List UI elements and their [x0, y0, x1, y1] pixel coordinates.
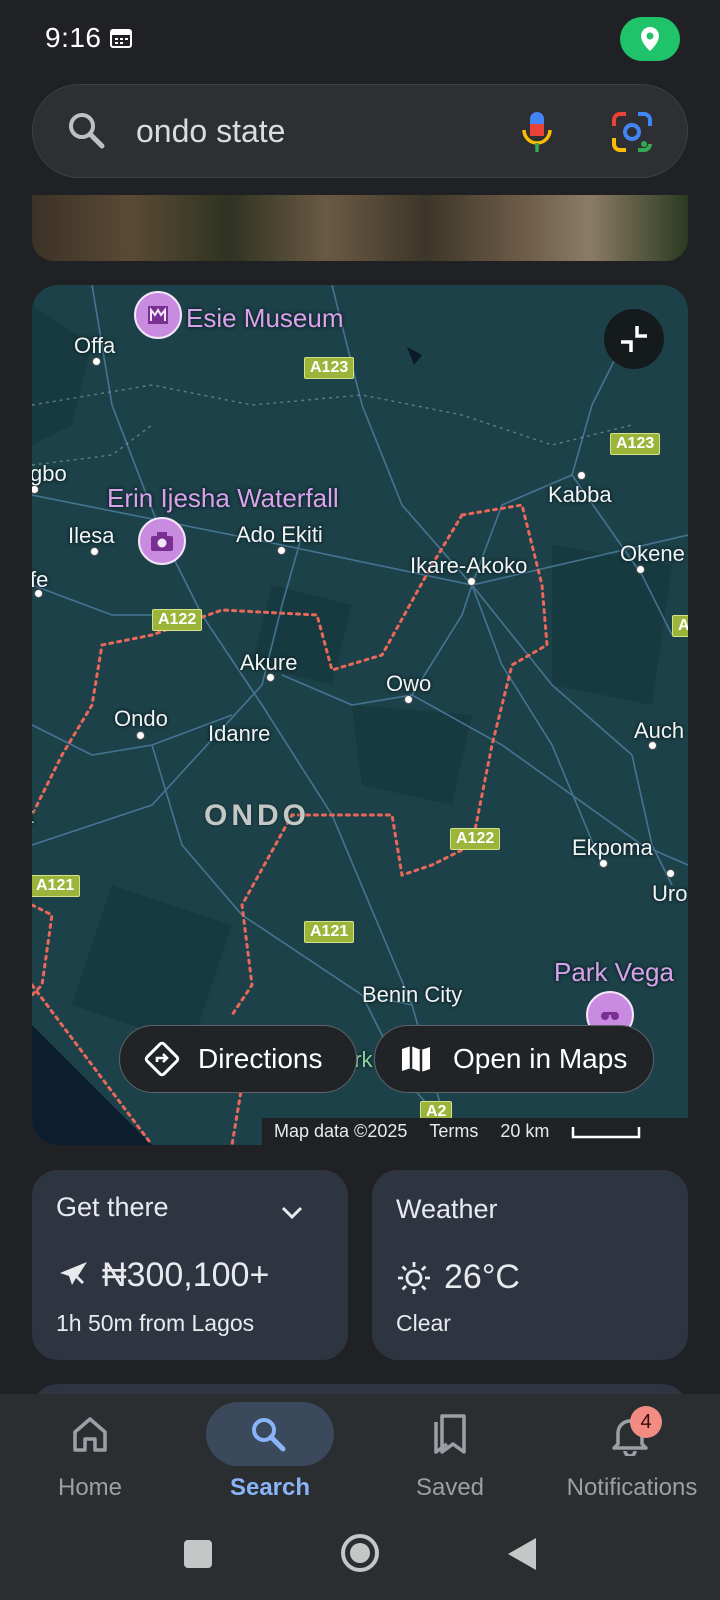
road-badge: A122 [450, 828, 501, 850]
search-icon[interactable] [248, 1414, 288, 1459]
place-marker [666, 869, 675, 878]
poi-label-park-vega[interactable]: Park Vega [554, 957, 674, 988]
place-marker [467, 577, 476, 586]
map-attribution: Map data ©2025 Terms 20 km [262, 1118, 688, 1145]
notification-count-badge: 4 [630, 1406, 662, 1438]
get-there-title: Get there [56, 1192, 169, 1222]
camera-icon[interactable] [138, 517, 186, 565]
airplane-icon [56, 1258, 90, 1297]
place-marker [92, 357, 101, 366]
road-badge: A [672, 615, 688, 637]
map-icon [402, 1046, 430, 1072]
weather-condition: Clear [396, 1310, 451, 1336]
collapse-icon [621, 326, 647, 352]
place-label-ilesa: Ilesa [68, 523, 115, 548]
place-marker [266, 673, 275, 682]
weather-card[interactable]: Weather 26°C Clear [372, 1170, 688, 1360]
weather-title: Weather [396, 1194, 498, 1224]
nav-home-label[interactable]: Home [46, 1474, 134, 1502]
location-indicator-icon [620, 17, 680, 61]
nav-saved-label[interactable]: Saved [400, 1474, 500, 1502]
place-marker [599, 859, 608, 868]
open-in-maps-label: Open in Maps [453, 1043, 628, 1074]
directions-label: Directions [198, 1043, 323, 1074]
sun-icon [396, 1260, 432, 1301]
poi-label-erin-ijesha-waterfall[interactable]: Erin Ijesha Waterfall [107, 483, 339, 514]
place-label-offa: Offa [74, 333, 116, 358]
microphone-icon[interactable] [518, 110, 556, 154]
place-marker [577, 471, 586, 480]
search-icon [64, 108, 108, 152]
map-data-text: Map data ©2025 [274, 1121, 408, 1141]
place-label-ikare-akoko: Ikare-Akoko [410, 553, 528, 578]
back-triangle-icon[interactable] [506, 1536, 538, 1577]
place-label-partial: t [32, 803, 34, 829]
home-circle-icon[interactable] [339, 1532, 381, 1579]
road-badge: A121 [32, 875, 81, 897]
nav-search-label[interactable]: Search [212, 1474, 328, 1502]
get-there-card[interactable]: Get there ₦300,100+ 1h 50m from Lagos [32, 1170, 348, 1360]
search-input[interactable]: ondo state [136, 113, 285, 150]
home-icon[interactable] [70, 1414, 110, 1459]
map-view[interactable]: Offa gbo Ilesa fe Ado Ekiti Kabba Okene … [32, 285, 688, 1145]
road-badge: A122 [152, 609, 203, 631]
place-label-kabba: Kabba [548, 482, 612, 507]
search-bar[interactable] [32, 84, 688, 178]
place-label-ado-ekiti: Ado Ekiti [236, 522, 323, 547]
google-lens-icon[interactable] [610, 110, 654, 154]
recent-apps-icon[interactable] [182, 1538, 214, 1575]
status-time: 9:16 [45, 22, 102, 53]
place-marker [34, 589, 43, 598]
road-badge: A123 [610, 433, 661, 455]
flight-price: ₦300,100+ [102, 1256, 270, 1294]
place-marker [136, 731, 145, 740]
place-marker [636, 565, 645, 574]
place-photo-strip[interactable] [32, 195, 688, 261]
place-marker [90, 547, 99, 556]
flight-duration: 1h 50m from Lagos [56, 1310, 255, 1336]
scale-bar [572, 1126, 641, 1138]
place-label-ondo: Ondo [114, 706, 168, 731]
road-badge: A121 [304, 921, 355, 943]
place-label-benin-city: Benin City [362, 982, 463, 1007]
place-label-owo: Owo [386, 671, 432, 696]
region-label: ONDO [204, 799, 310, 832]
place-label-auchi: Auch [634, 718, 685, 743]
directions-icon [144, 1041, 180, 1077]
place-label-ekpoma: Ekpoma [572, 835, 653, 860]
place-marker [404, 695, 413, 704]
place-label-idanre: Idanre [208, 721, 271, 746]
chevron-down-icon[interactable] [278, 1198, 306, 1231]
scale-text: 20 km [500, 1121, 550, 1141]
weather-temperature: 26°C [444, 1258, 520, 1296]
place-label-okene: Okene [620, 541, 685, 566]
calendar-icon [110, 28, 132, 48]
place-label-ogbo: gbo [32, 461, 67, 486]
place-marker [648, 741, 657, 750]
museum-icon[interactable] [134, 291, 182, 339]
saved-icon[interactable] [430, 1412, 470, 1461]
place-label-uromi: Uro [652, 881, 688, 906]
terms-link[interactable]: Terms [429, 1121, 478, 1142]
place-marker [277, 546, 286, 555]
road-badge: A123 [304, 357, 355, 379]
nav-notifications-label[interactable]: Notifications [552, 1474, 712, 1502]
directions-button[interactable]: Directions [119, 1025, 357, 1093]
open-in-maps-button[interactable]: Open in Maps [374, 1025, 654, 1093]
collapse-map-button[interactable] [604, 309, 664, 369]
poi-label-esie-museum[interactable]: Esie Museum [186, 303, 344, 334]
